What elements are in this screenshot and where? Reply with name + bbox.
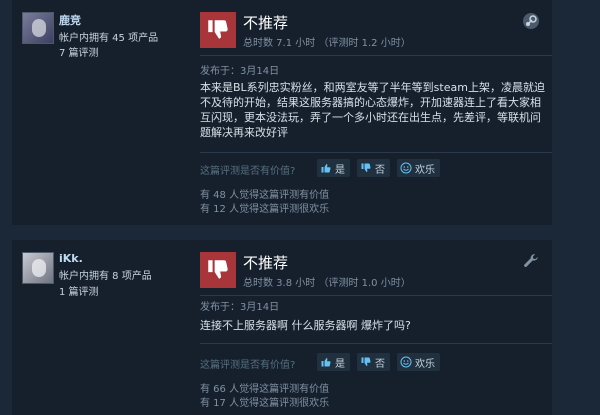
thumbs-down-icon — [200, 252, 236, 288]
divider — [200, 343, 552, 344]
vote-yes-label: 是 — [335, 164, 345, 176]
playtime: 总时数 3.8 小时 （评测时 1.0 小时） — [243, 278, 411, 289]
avatar[interactable] — [22, 252, 54, 284]
vote-no-button[interactable]: 否 — [357, 159, 390, 177]
playtime: 总时数 7.1 小时 （评测时 1.2 小时） — [243, 38, 411, 49]
divider — [200, 152, 552, 153]
vote-funny-label: 欢乐 — [415, 164, 435, 176]
helpful-count: 有 48 人觉得这篇评测有价值 — [200, 190, 330, 201]
vote-no-label: 否 — [375, 358, 385, 370]
vote-no-button[interactable]: 否 — [357, 353, 390, 371]
review-count[interactable]: 7 篇评测 — [59, 44, 99, 59]
products-owned[interactable]: 帐户内拥有 45 项产品 — [59, 29, 158, 44]
review-text: 本来是BL系列忠实粉丝，和两室友等了半年等到steam上架，凌晨就迫不及待的开始… — [200, 81, 545, 139]
vote-no-label: 否 — [375, 164, 385, 176]
thumbs-up-icon — [321, 164, 331, 173]
review-card: 鹿竞 帐户内拥有 45 项产品 7 篇评测 不推荐 总时数 7.1 小时 （评测… — [12, 0, 552, 225]
posted-date: 发布于：3月14日 — [200, 66, 280, 77]
thumbs-down-icon — [200, 12, 236, 48]
avatar[interactable] — [22, 12, 54, 44]
reviewer-name[interactable]: 鹿竞 — [59, 12, 81, 28]
review-card: iKk. 帐户内拥有 8 项产品 1 篇评测 不推荐 总时数 3.8 小时 （评… — [12, 240, 552, 415]
review-content: 不推荐 总时数 3.8 小时 （评测时 1.0 小时） 发布于：3月14日 连接… — [200, 240, 552, 415]
posted-date: 发布于：3月14日 — [200, 302, 280, 313]
thumbs-up-icon — [321, 358, 331, 367]
products-owned[interactable]: 帐户内拥有 8 项产品 — [59, 267, 152, 282]
thumbs-down-icon — [361, 163, 371, 172]
vote-yes-button[interactable]: 是 — [317, 159, 350, 177]
helpful-count: 有 66 人觉得这篇评测有价值 — [200, 384, 330, 395]
review-count[interactable]: 1 篇评测 — [59, 283, 99, 298]
vote-funny-button[interactable]: 欢乐 — [397, 159, 440, 177]
smiley-icon — [400, 356, 412, 368]
reviewer-panel: iKk. 帐户内拥有 8 项产品 1 篇评测 — [12, 240, 192, 415]
vote-yes-button[interactable]: 是 — [317, 353, 350, 371]
helpful-question: 这篇评测是否有价值? — [200, 360, 296, 371]
vote-yes-label: 是 — [335, 358, 345, 370]
review-verdict[interactable]: 不推荐 — [243, 252, 288, 273]
review-text: 连接不上服务器啊 什么服务器啊 爆炸了吗? — [200, 319, 411, 332]
wrench-icon[interactable] — [522, 252, 540, 270]
helpful-question: 这篇评测是否有价值? — [200, 166, 296, 177]
reviewer-name[interactable]: iKk. — [59, 252, 83, 265]
review-verdict[interactable]: 不推荐 — [243, 12, 288, 33]
divider — [200, 55, 552, 56]
reviewer-panel: 鹿竞 帐户内拥有 45 项产品 7 篇评测 — [12, 0, 192, 225]
funny-count: 有 12 人觉得这篇评测很欢乐 — [200, 204, 330, 215]
thumbs-down-icon — [361, 357, 371, 366]
steam-icon[interactable] — [522, 12, 540, 30]
review-content: 不推荐 总时数 7.1 小时 （评测时 1.2 小时） 发布于：3月14日 本来… — [200, 0, 552, 225]
divider — [200, 295, 552, 296]
smiley-icon — [400, 162, 412, 174]
vote-funny-label: 欢乐 — [415, 358, 435, 370]
vote-funny-button[interactable]: 欢乐 — [397, 353, 440, 371]
